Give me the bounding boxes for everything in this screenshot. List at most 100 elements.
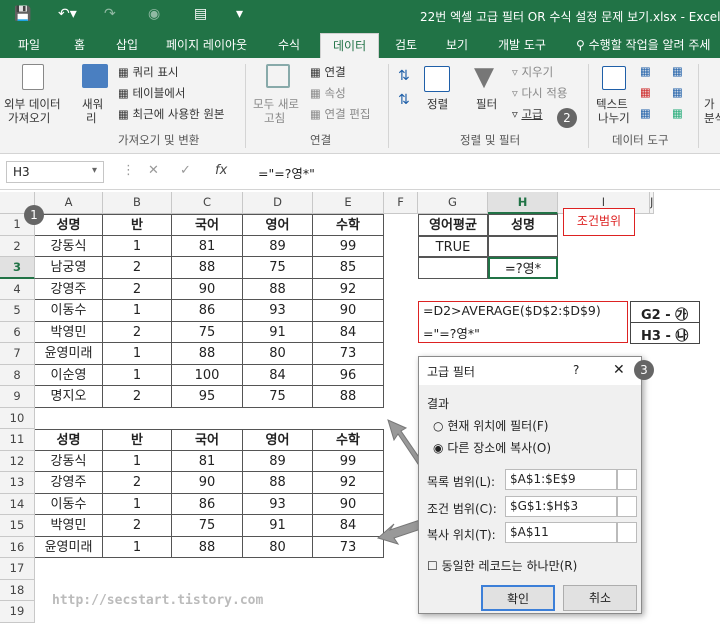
table1-cell[interactable]: 80 — [243, 343, 313, 365]
tab-developer[interactable]: 개발 도구 — [498, 36, 546, 53]
table2-cell[interactable]: 강영주 — [35, 472, 103, 494]
tab-formulas[interactable]: 수식 — [278, 36, 300, 53]
table1-cell[interactable]: 90 — [313, 300, 384, 322]
collapse-dialog-icon[interactable] — [617, 522, 637, 543]
table1-cell[interactable]: 강영주 — [35, 278, 103, 300]
table2-cell[interactable]: 윤영미래 — [35, 536, 103, 558]
cancel-icon[interactable]: ✕ — [148, 163, 159, 178]
table1-cell[interactable]: 88 — [172, 257, 243, 279]
table1-cell[interactable]: 88 — [243, 278, 313, 300]
undo-icon[interactable]: ↶▾ — [58, 6, 77, 22]
tell-me-search[interactable]: ⚲ 수행할 작업을 알려 주세 — [576, 36, 710, 53]
row-header-7[interactable]: 7 — [0, 343, 35, 365]
row-header-5[interactable]: 5 — [0, 300, 35, 322]
camera-icon[interactable]: ◉ — [148, 6, 160, 22]
table2-cell[interactable]: 90 — [172, 472, 243, 494]
data-model-icon[interactable]: ▦ — [672, 106, 683, 120]
new-query-label2[interactable]: 리 — [86, 110, 97, 126]
name-box[interactable]: H3 ▾ — [6, 161, 104, 183]
remove-duplicates-icon[interactable]: ▦ — [640, 85, 651, 99]
table2-cell[interactable]: 강동식 — [35, 450, 103, 472]
save-icon[interactable]: 💾 — [14, 6, 31, 22]
table1-cell[interactable]: 84 — [313, 321, 384, 343]
table1-cell[interactable]: 강동식 — [35, 235, 103, 257]
table1-cell[interactable]: 2 — [103, 257, 172, 279]
sort-button[interactable]: 정렬 — [427, 96, 448, 112]
criteria-cell-h2[interactable] — [488, 235, 558, 257]
column-header-F[interactable]: F — [384, 192, 418, 214]
cancel-button[interactable]: 취소 — [563, 585, 637, 611]
analysis-label[interactable]: 분석 — [704, 110, 720, 126]
table1-cell[interactable]: 81 — [172, 235, 243, 257]
redo-icon[interactable]: ↷ — [104, 6, 116, 22]
table2-cell[interactable]: 86 — [172, 493, 243, 515]
column-header-H[interactable]: H — [488, 192, 558, 214]
function-icon[interactable]: fx — [215, 163, 227, 178]
row-header-11[interactable]: 11 — [0, 429, 35, 451]
refresh-label2[interactable]: 고침 — [264, 110, 285, 126]
table2-cell[interactable]: 88 — [172, 536, 243, 558]
get-external-label2[interactable]: 가져오기 — [8, 110, 50, 126]
table1-cell[interactable]: 2 — [103, 321, 172, 343]
table1-cell[interactable]: 75 — [243, 386, 313, 408]
tab-file[interactable]: 파일 — [18, 36, 40, 53]
table1-cell[interactable]: 1 — [103, 300, 172, 322]
row-header-4[interactable]: 4 — [0, 278, 35, 300]
edit-links-button[interactable]: ▦ 연결 편집 — [310, 106, 371, 122]
table2-cell[interactable]: 2 — [103, 515, 172, 537]
criteria-header-h1[interactable]: 성명 — [488, 214, 558, 236]
text-to-columns-label2[interactable]: 나누기 — [598, 110, 630, 126]
table1-cell[interactable]: 이순영 — [35, 364, 103, 386]
row-header-10[interactable]: 10 — [0, 407, 35, 429]
table1-cell[interactable]: 93 — [243, 300, 313, 322]
row-header-16[interactable]: 16 — [0, 536, 35, 558]
table1-cell[interactable]: 1 — [103, 235, 172, 257]
table2-cell[interactable]: 80 — [243, 536, 313, 558]
collapse-dialog-icon[interactable] — [617, 469, 637, 490]
recent-sources-button[interactable]: ▦ 최근에 사용한 원본 — [118, 106, 224, 122]
table1-header[interactable]: 반 — [103, 214, 172, 236]
properties-button[interactable]: ▦ 속성 — [310, 85, 346, 101]
table2-cell[interactable]: 박영민 — [35, 515, 103, 537]
list-range-field[interactable]: $A$1:$E$9 — [505, 469, 617, 490]
table1-cell[interactable]: 이동수 — [35, 300, 103, 322]
table1-cell[interactable]: 96 — [313, 364, 384, 386]
table1-cell[interactable]: 88 — [172, 343, 243, 365]
formula-input[interactable]: ="=?영*" — [258, 163, 315, 182]
option-copy-to-other[interactable]: ◉ 다른 장소에 복사(O) — [433, 439, 551, 456]
column-header-B[interactable]: B — [103, 192, 172, 214]
table1-cell[interactable]: 92 — [313, 278, 384, 300]
table2-cell[interactable]: 1 — [103, 536, 172, 558]
customize-qat-icon[interactable]: ▾ — [236, 6, 243, 22]
relationships-icon[interactable]: ▦ — [672, 85, 683, 99]
row-header-2[interactable]: 2 — [0, 235, 35, 257]
option-filter-in-place[interactable]: ○ 현재 위치에 필터(F) — [433, 417, 549, 434]
tab-review[interactable]: 검토 — [395, 36, 417, 53]
table1-cell[interactable]: 남궁영 — [35, 257, 103, 279]
row-header-8[interactable]: 8 — [0, 364, 35, 386]
table2-cell[interactable]: 81 — [172, 450, 243, 472]
row-header-17[interactable]: 17 — [0, 558, 35, 580]
table1-cell[interactable]: 88 — [313, 386, 384, 408]
table1-cell[interactable]: 윤영미래 — [35, 343, 103, 365]
table1-header[interactable]: 영어 — [243, 214, 313, 236]
table1-cell[interactable]: 90 — [172, 278, 243, 300]
unique-records-checkbox[interactable]: ☐ 동일한 레코드는 하나만(R) — [427, 557, 577, 574]
advanced-filter-button[interactable]: ▿ 고급 — [512, 106, 543, 122]
table1-cell[interactable]: 89 — [243, 235, 313, 257]
table2-cell[interactable]: 2 — [103, 472, 172, 494]
criteria-cell-g3[interactable] — [418, 257, 488, 279]
tab-page-layout[interactable]: 페이지 레이아웃 — [166, 36, 247, 53]
table2-cell[interactable]: 이동수 — [35, 493, 103, 515]
table1-header[interactable]: 성명 — [35, 214, 103, 236]
ok-button[interactable]: 확인 — [481, 585, 555, 611]
table2-cell[interactable]: 93 — [243, 493, 313, 515]
tab-view[interactable]: 보기 — [446, 36, 468, 53]
table2-header[interactable]: 영어 — [243, 429, 313, 451]
table2-cell[interactable]: 88 — [243, 472, 313, 494]
criteria-cell-h3-selected[interactable]: =?영* — [488, 257, 558, 279]
table1-cell[interactable]: 95 — [172, 386, 243, 408]
filter-button[interactable]: 필터 — [476, 96, 497, 112]
enter-icon[interactable]: ✓ — [180, 163, 191, 178]
column-header-G[interactable]: G — [418, 192, 488, 214]
